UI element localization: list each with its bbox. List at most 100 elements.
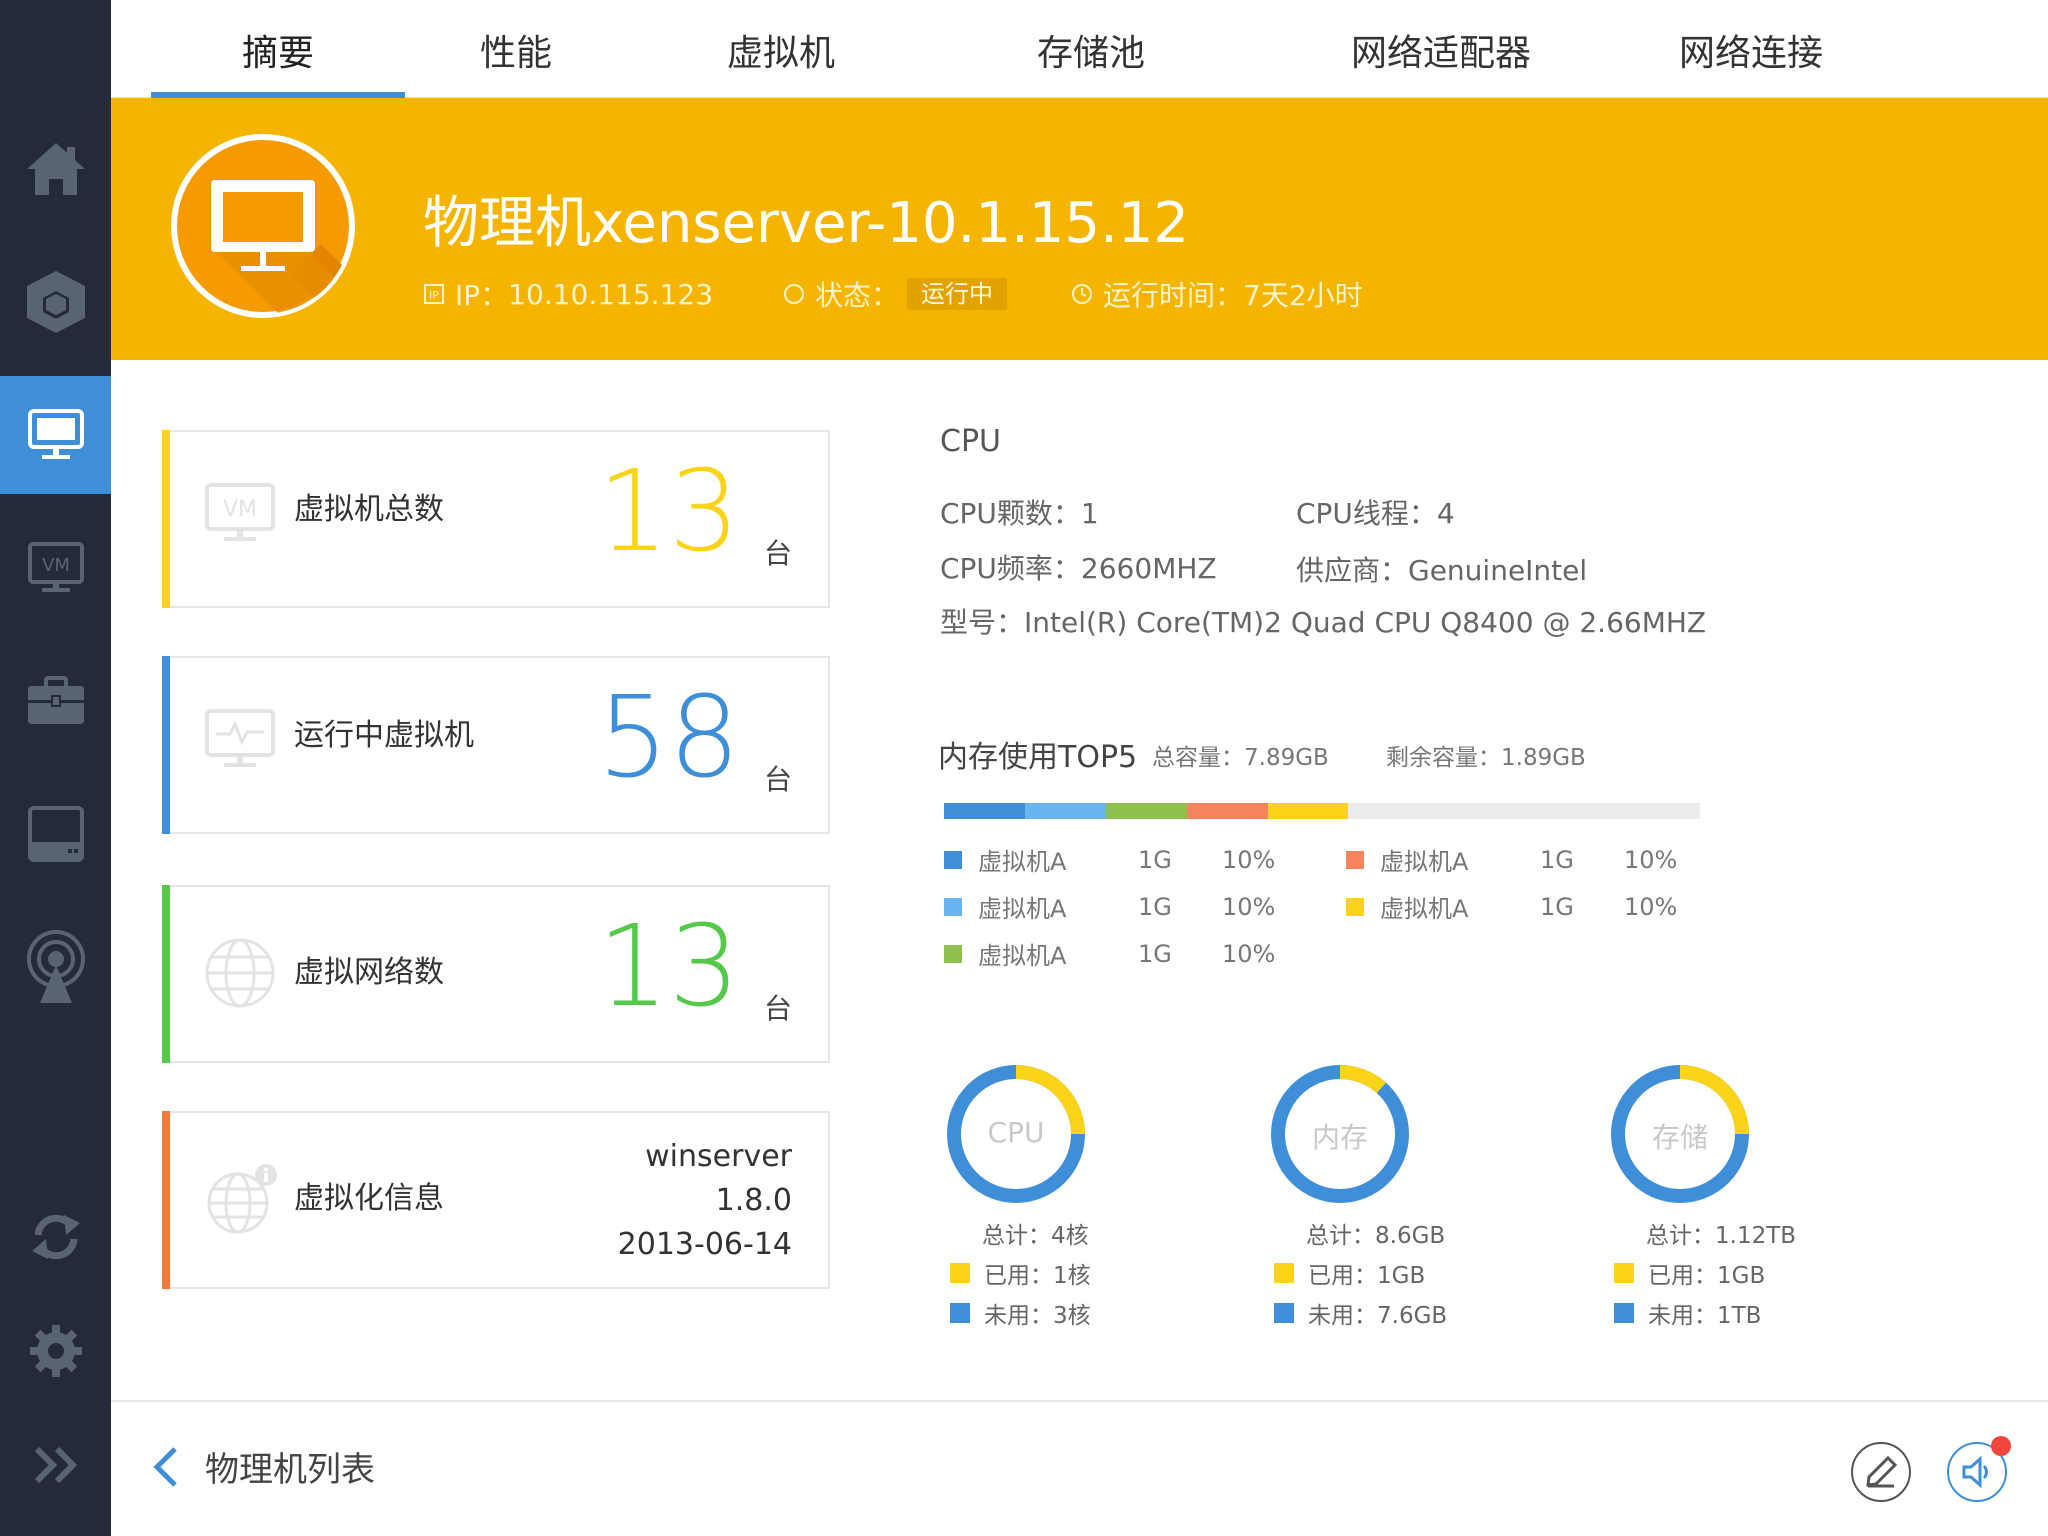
tab-performance[interactable]: 性能 <box>441 0 591 98</box>
tab-bar: 摘要 性能 虚拟机 存储池 网络适配器 网络连接 <box>111 0 2048 98</box>
memory-bar-segment <box>1105 803 1187 819</box>
sidebar-item-home[interactable] <box>0 110 111 228</box>
donut-stat-text: 总计：1.12TB <box>1646 1223 1797 1249</box>
tab-network-connection[interactable]: 网络连接 <box>1651 0 1851 98</box>
tab-vm[interactable]: 虚拟机 <box>691 0 871 98</box>
tab-summary[interactable]: 摘要 <box>151 0 405 98</box>
legend-name: 虚拟机A <box>978 942 1067 970</box>
donut-center-label: 存储 <box>1651 1121 1708 1154</box>
memory-bar-segment <box>1024 803 1106 819</box>
host-avatar-icon <box>171 134 355 318</box>
sidebar-item-vm[interactable]: VM <box>0 509 111 627</box>
cpu-model: 型号：Intel(R) Core(TM)2 Quad CPU Q8400 @ 2… <box>940 606 1707 639</box>
memory-legend-item: 虚拟机A 1G 10% <box>944 936 1302 971</box>
memory-bar-segment <box>1267 803 1349 819</box>
donut-center-label: 内存 <box>1311 1121 1368 1154</box>
card-label: 虚拟化信息 <box>294 1181 444 1216</box>
donut-used: 已用：1核 <box>950 1256 1091 1290</box>
cpu-frequency: CPU频率：2660MHZ <box>940 552 1217 585</box>
legend-swatch <box>944 850 962 869</box>
status-info: 状态： 运行中 <box>783 274 1008 314</box>
sidebar-item-refresh[interactable] <box>0 1178 111 1296</box>
gear-icon <box>29 1325 82 1377</box>
sidebar-item-settings[interactable] <box>0 1292 111 1410</box>
card-label: 虚拟网络数 <box>294 955 444 990</box>
legend-percent: 10% <box>1222 939 1276 968</box>
memory-legend-item: 虚拟机A 1G 10% <box>1346 889 1704 924</box>
monitor-pulse-icon <box>205 709 275 767</box>
svg-text:VM: VM <box>223 497 257 522</box>
virt-name: winserver <box>645 1139 792 1174</box>
monitor-icon <box>27 409 84 459</box>
sidebar-item-physical[interactable] <box>0 376 111 494</box>
footer-bar: 物理机列表 <box>111 1400 2048 1536</box>
disk-icon <box>27 806 84 862</box>
card-networks[interactable]: 虚拟网络数 13 台 <box>162 885 830 1063</box>
host-banner: 物理机xenserver-10.1.15.12 IP IP： 10.10.115… <box>111 98 2048 360</box>
uptime-label: 运行时间： <box>1103 279 1244 312</box>
sidebar-item-network[interactable] <box>0 908 111 1026</box>
notification-dot <box>1991 1436 2011 1456</box>
notification-button[interactable] <box>1947 1436 2011 1502</box>
uptime-info: 运行时间： 7天2小时 <box>1071 274 1363 314</box>
status-badge: 运行中 <box>907 278 1008 310</box>
card-total-vm[interactable]: VM 虚拟机总数 13 台 <box>162 430 830 608</box>
edit-button[interactable] <box>1851 1442 1911 1502</box>
legend-name: 虚拟机A <box>978 895 1067 923</box>
card-unit: 台 <box>763 992 792 1025</box>
legend-swatch <box>1346 897 1364 916</box>
donut-center-label: CPU <box>987 1116 1045 1149</box>
ip-info: IP IP： 10.10.115.123 <box>423 274 713 314</box>
chevron-left-icon <box>153 1446 177 1487</box>
status-label: 状态： <box>815 279 900 312</box>
card-virt-info[interactable]: 虚拟化信息 winserver 1.8.0 2013-06-14 <box>162 1111 830 1289</box>
legend-value: 1G <box>1138 892 1172 921</box>
legend-swatch <box>1274 1263 1294 1283</box>
donut-stat-text: 总计：8.6GB <box>1306 1223 1446 1249</box>
donut-free: 未用：1TB <box>1614 1296 1761 1330</box>
tab-network-adapter[interactable]: 网络适配器 <box>1321 0 1561 98</box>
virt-version: 1.8.0 <box>715 1183 792 1218</box>
legend-value: 1G <box>1540 845 1574 874</box>
donut-stat-text: 未用：1TB <box>1648 1303 1762 1329</box>
host-title: 物理机xenserver-10.1.15.12 <box>423 191 1190 256</box>
memory-legend-item: 虚拟机A 1G 10% <box>1346 842 1704 877</box>
donut-free: 未用：7.6GB <box>1274 1296 1447 1330</box>
sidebar-item-storage[interactable] <box>0 775 111 893</box>
pencil-icon <box>1866 1455 1898 1488</box>
card-value: 13 <box>597 447 740 577</box>
memory-bar-segment <box>1186 803 1268 819</box>
vm-icon: VM <box>27 542 84 592</box>
ip-icon: IP <box>424 284 444 304</box>
cpu-section-title: CPU <box>940 424 1001 459</box>
cpu-vendor: 供应商：GenuineIntel <box>1296 554 1588 587</box>
donut-used: 已用：1GB <box>1614 1256 1765 1290</box>
status-icon <box>784 284 804 304</box>
donut-total: 总计：1.12TB <box>1646 1216 1796 1250</box>
cpu-threads: CPU线程：4 <box>1296 497 1455 530</box>
donut-total: 总计：8.6GB <box>1306 1216 1445 1250</box>
clock-icon <box>1072 284 1092 304</box>
card-accent-bar <box>162 430 170 608</box>
donut-stat-text: 已用：1GB <box>1308 1263 1426 1289</box>
sidebar-item-resources[interactable] <box>0 243 111 361</box>
speaker-icon <box>1962 1455 1988 1489</box>
card-running-vm[interactable]: 运行中虚拟机 58 台 <box>162 656 830 834</box>
cube-icon <box>26 271 85 333</box>
memory-legend-item: 虚拟机A 1G 10% <box>944 842 1302 877</box>
donut-stat-text: 未用：3核 <box>984 1303 1091 1329</box>
card-accent-bar <box>162 885 170 1063</box>
back-label: 物理机列表 <box>205 1450 375 1490</box>
sidebar-item-expand[interactable] <box>0 1406 111 1524</box>
briefcase-icon <box>27 676 84 724</box>
card-label: 虚拟机总数 <box>294 492 444 527</box>
globe-icon <box>205 938 275 1008</box>
back-button[interactable]: 物理机列表 <box>151 1442 375 1491</box>
legend-swatch <box>1614 1263 1634 1283</box>
tab-storage-pool[interactable]: 存储池 <box>1001 0 1181 98</box>
sidebar-item-tasks[interactable] <box>0 642 111 760</box>
virt-date: 2013-06-14 <box>617 1227 792 1262</box>
cpu-count: CPU颗数：1 <box>940 497 1099 530</box>
memory-total: 总容量：7.89GB <box>1152 745 1329 771</box>
legend-value: 1G <box>1138 845 1172 874</box>
